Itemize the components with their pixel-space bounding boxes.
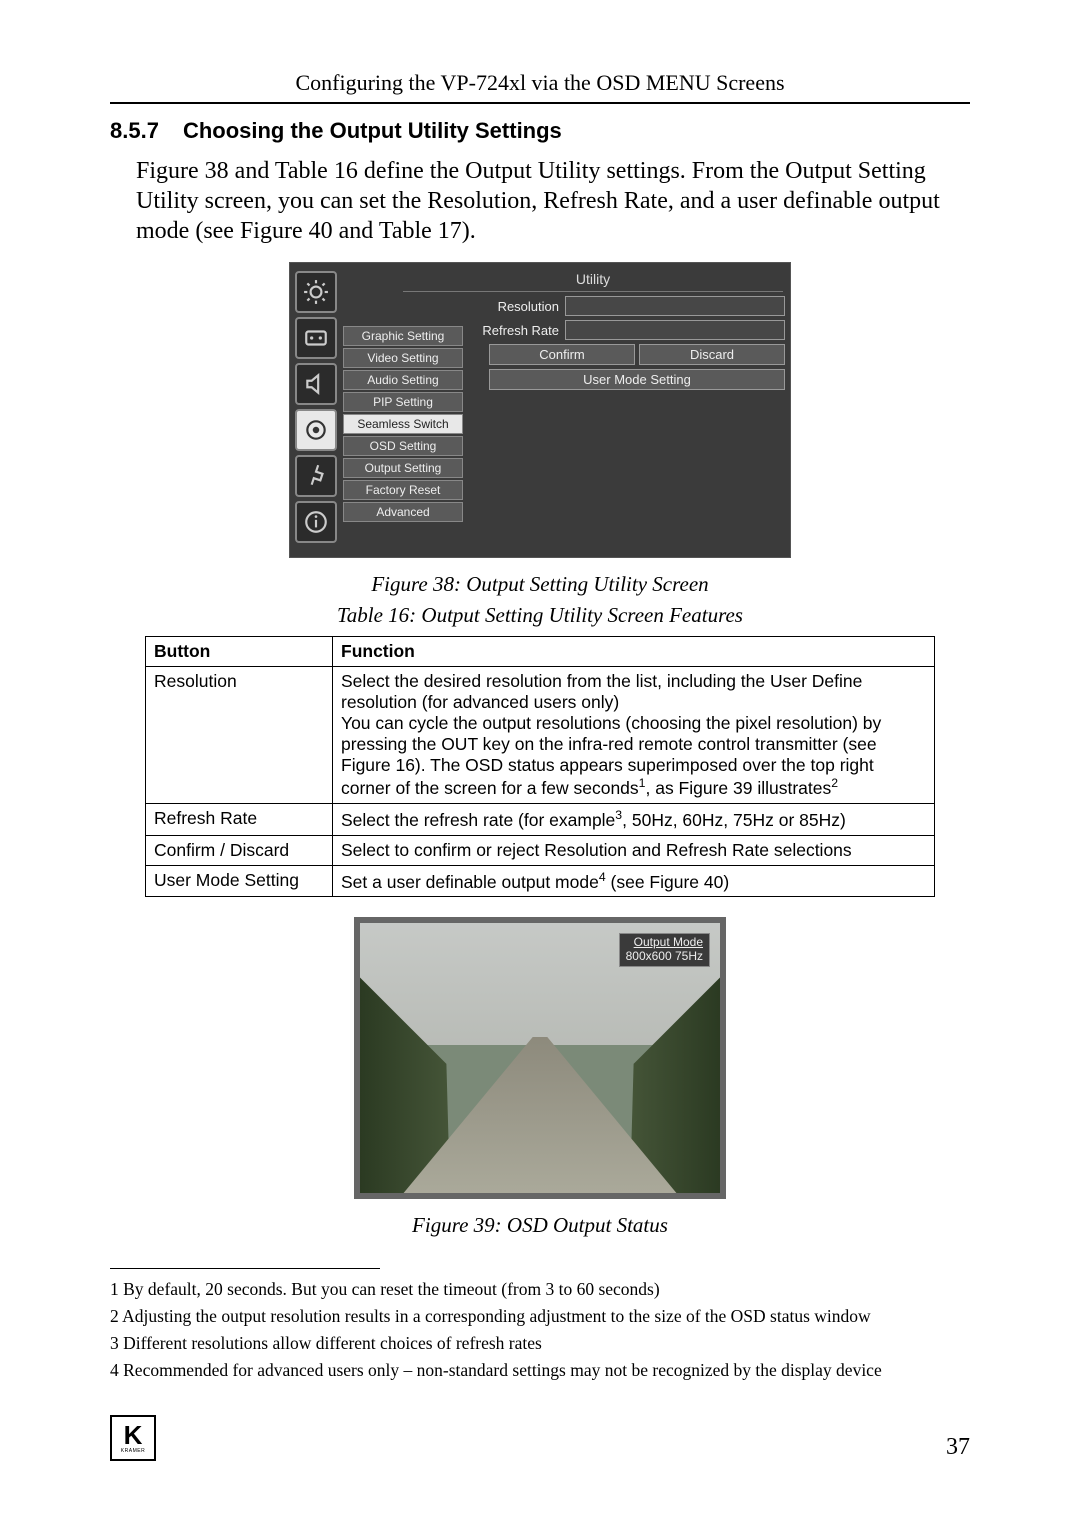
- th-button: Button: [146, 637, 333, 667]
- user-mode-button[interactable]: User Mode Setting: [489, 369, 785, 390]
- osd-menu-osd[interactable]: OSD Setting: [343, 436, 463, 456]
- discard-button[interactable]: Discard: [639, 344, 785, 365]
- footnote-1: 1 By default, 20 seconds. But you can re…: [110, 1279, 970, 1300]
- footnote-2: 2 Adjusting the output resolution result…: [110, 1306, 970, 1327]
- figure-39-caption: Figure 39: OSD Output Status: [110, 1213, 970, 1238]
- osd-status-overlay: Output Mode 800x600 75Hz: [619, 933, 710, 967]
- intro-paragraph: Figure 38 and Table 16 define the Output…: [136, 156, 946, 246]
- cell-button: Confirm / Discard: [146, 835, 333, 865]
- refresh-value[interactable]: [565, 320, 785, 340]
- osd-menu-advanced[interactable]: Advanced: [343, 502, 463, 522]
- cell-button: Resolution: [146, 667, 333, 804]
- cell-button: User Mode Setting: [146, 865, 333, 897]
- logo-text: KRAMER: [121, 1448, 145, 1454]
- osd-menu-video[interactable]: Video Setting: [343, 348, 463, 368]
- footnote-3: 3 Different resolutions allow different …: [110, 1333, 970, 1354]
- refresh-label: Refresh Rate: [467, 323, 559, 338]
- table-row: Refresh Rate Select the refresh rate (fo…: [146, 803, 935, 835]
- table-16: Button Function Resolution Select the de…: [145, 636, 935, 897]
- cell-button: Refresh Rate: [146, 803, 333, 835]
- page: Configuring the VP-724xl via the OSD MEN…: [0, 0, 1080, 1501]
- brightness-icon[interactable]: [295, 271, 337, 313]
- footnote-rule: [110, 1268, 380, 1269]
- section-title: 8.5.7 Choosing the Output Utility Setting…: [110, 118, 970, 144]
- resolution-value[interactable]: [565, 296, 785, 316]
- confirm-button[interactable]: Confirm: [489, 344, 635, 365]
- osd-menu-pip[interactable]: PIP Setting: [343, 392, 463, 412]
- table-row: User Mode Setting Set a user definable o…: [146, 865, 935, 897]
- table-row: Resolution Select the desired resolution…: [146, 667, 935, 804]
- table-row: Confirm / Discard Select to confirm or r…: [146, 835, 935, 865]
- osd-status-value: 800x600 75Hz: [626, 950, 703, 964]
- table-16-caption: Table 16: Output Setting Utility Screen …: [110, 603, 970, 628]
- figure-39-output-status: Output Mode 800x600 75Hz: [354, 917, 726, 1199]
- figure-38-caption: Figure 38: Output Setting Utility Screen: [110, 572, 970, 597]
- osd-status-title: Output Mode: [626, 936, 703, 950]
- page-number: 37: [946, 1434, 970, 1461]
- logo-letter: K: [124, 1422, 143, 1448]
- footnote-4: 4 Recommended for advanced users only – …: [110, 1360, 970, 1381]
- osd-title: Utility: [403, 269, 783, 292]
- kramer-logo: K KRAMER: [110, 1415, 156, 1461]
- figure-38-osd-screen: Utility Graphic Setting Video Setting Au…: [289, 262, 791, 558]
- th-function: Function: [333, 637, 935, 667]
- source-icon[interactable]: [295, 317, 337, 359]
- osd-menu-audio[interactable]: Audio Setting: [343, 370, 463, 390]
- osd-menu-graphic[interactable]: Graphic Setting: [343, 326, 463, 346]
- cell-function: Select the refresh rate (for example3, 5…: [333, 803, 935, 835]
- audio-icon[interactable]: [295, 363, 337, 405]
- osd-fields: Resolution Refresh Rate Confirm Discard …: [467, 296, 785, 522]
- osd-menu-factory[interactable]: Factory Reset: [343, 480, 463, 500]
- utility-icon[interactable]: [295, 409, 337, 451]
- tools-icon[interactable]: [295, 455, 337, 497]
- cell-function: Set a user definable output mode4 (see F…: [333, 865, 935, 897]
- section-number: 8.5.7: [110, 118, 159, 143]
- osd-menu-seamless[interactable]: Seamless Switch: [343, 414, 463, 434]
- section-heading: Choosing the Output Utility Settings: [183, 118, 562, 143]
- osd-menu-output[interactable]: Output Setting: [343, 458, 463, 478]
- cell-function: Select to confirm or reject Resolution a…: [333, 835, 935, 865]
- info-icon[interactable]: [295, 501, 337, 543]
- osd-side-icons: [295, 269, 337, 543]
- page-footer: K KRAMER 37: [110, 1415, 970, 1461]
- running-header: Configuring the VP-724xl via the OSD MEN…: [110, 70, 970, 104]
- osd-menu: Graphic Setting Video Setting Audio Sett…: [343, 326, 463, 522]
- cell-function: Select the desired resolution from the l…: [333, 667, 935, 804]
- resolution-label: Resolution: [467, 299, 559, 314]
